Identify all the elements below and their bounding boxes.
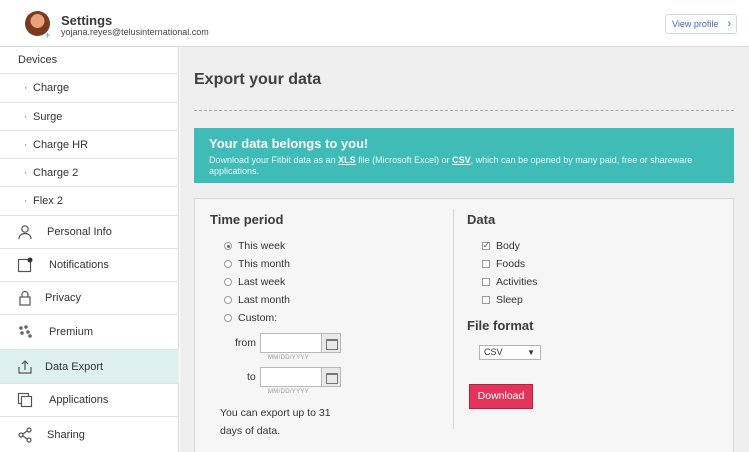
calendar-icon[interactable] bbox=[321, 367, 341, 387]
from-label: from bbox=[235, 337, 256, 349]
sidebar-item-label: Notifications bbox=[49, 259, 109, 271]
radio-button[interactable] bbox=[224, 260, 232, 268]
radio-label: Last month bbox=[238, 294, 290, 306]
page-title: Export your data bbox=[194, 71, 322, 88]
checkbox[interactable]: ✓ bbox=[482, 242, 490, 250]
sidebar-item-label: Data Export bbox=[45, 360, 104, 373]
main-content: Export your data Your data belongs to yo… bbox=[180, 47, 749, 452]
file-format-select[interactable]: CSV ▼ bbox=[479, 345, 541, 360]
sidebar-item-notifications[interactable]: Notifications bbox=[0, 249, 179, 282]
plus-icon: + bbox=[45, 30, 51, 40]
lock-icon bbox=[19, 290, 31, 306]
sidebar-device-charge[interactable]: · Charge bbox=[0, 74, 179, 103]
xls-link[interactable]: XLS bbox=[338, 155, 356, 165]
sidebar-item-privacy[interactable]: Privacy bbox=[0, 282, 179, 315]
banner-title: Your data belongs to you! bbox=[209, 136, 369, 151]
share-icon bbox=[18, 426, 32, 443]
sidebar-item-data-export[interactable]: Data Export bbox=[0, 350, 179, 384]
banner-text-part: Download your Fitbit data as an bbox=[209, 155, 339, 165]
bullet-icon: · bbox=[24, 195, 28, 207]
data-title: Data bbox=[467, 212, 496, 227]
checkbox[interactable] bbox=[482, 296, 490, 304]
page-header-title: Settings bbox=[61, 13, 113, 28]
sidebar-item-label: Premium bbox=[49, 326, 94, 338]
sidebar-device-label: Charge HR bbox=[33, 138, 89, 151]
sidebar-device-label: Surge bbox=[33, 110, 63, 123]
panel-divider bbox=[453, 209, 454, 429]
sidebar-device-flex-2[interactable]: · Flex 2 bbox=[0, 187, 179, 216]
download-button[interactable]: Download bbox=[469, 384, 533, 409]
export-icon bbox=[18, 359, 32, 374]
sidebar-devices-label: Devices bbox=[18, 54, 58, 66]
checkbox[interactable] bbox=[482, 278, 490, 286]
file-format-title: File format bbox=[467, 318, 534, 333]
date-format-hint: MM/DD/YYYY bbox=[268, 389, 310, 395]
export-panel: Time period This week This month Last we… bbox=[194, 198, 734, 452]
sidebar: Devices · Charge · Surge · Charge HR · C… bbox=[0, 47, 179, 452]
radio-label: This month bbox=[238, 258, 290, 270]
checkbox-label: Activities bbox=[496, 276, 538, 288]
banner-text-part: file (Microsoft Excel) or bbox=[355, 155, 453, 165]
view-profile-label: View profile bbox=[672, 19, 719, 29]
time-period-title: Time period bbox=[210, 212, 284, 227]
user-email: yojana.reyes@telusinternational.com bbox=[61, 27, 209, 37]
chevron-right-icon: › bbox=[727, 18, 731, 30]
notification-icon bbox=[17, 257, 33, 273]
bullet-icon: · bbox=[24, 167, 28, 178]
checkbox-label: Foods bbox=[496, 258, 526, 270]
header-bar: + Settings yojana.reyes@telusinternation… bbox=[0, 0, 749, 47]
dropdown-arrow-icon: ▼ bbox=[527, 348, 535, 357]
from-date-input[interactable] bbox=[260, 333, 322, 353]
premium-icon bbox=[19, 325, 32, 338]
info-banner: Your data belongs to you! Download your … bbox=[194, 128, 734, 183]
to-label: to bbox=[247, 371, 256, 383]
sidebar-item-label: Sharing bbox=[47, 428, 85, 441]
bullet-icon: · bbox=[24, 111, 28, 122]
calendar-icon[interactable] bbox=[321, 333, 341, 353]
sidebar-item-applications[interactable]: Applications bbox=[0, 384, 179, 417]
checkbox[interactable] bbox=[482, 260, 490, 268]
sidebar-item-premium[interactable]: Premium bbox=[0, 315, 179, 350]
sidebar-device-surge[interactable]: · Surge bbox=[0, 103, 179, 131]
sidebar-item-personal-info[interactable]: Personal Info bbox=[0, 216, 179, 249]
radio-label: This week bbox=[238, 240, 286, 252]
file-format-value: CSV bbox=[484, 347, 503, 357]
bullet-icon: · bbox=[24, 82, 28, 94]
sidebar-item-label: Applications bbox=[49, 394, 109, 406]
radio-label: Custom: bbox=[238, 312, 278, 324]
radio-button[interactable] bbox=[224, 242, 232, 250]
sidebar-device-charge-2[interactable]: · Charge 2 bbox=[0, 159, 179, 187]
checkbox-label: Sleep bbox=[496, 294, 523, 306]
sidebar-device-label: Charge 2 bbox=[33, 166, 79, 179]
view-profile-button[interactable]: View profile › bbox=[665, 14, 737, 34]
sidebar-device-charge-hr[interactable]: · Charge HR bbox=[0, 131, 179, 159]
export-limit-note: You can export up to 31 days of data. bbox=[220, 407, 331, 437]
person-icon bbox=[18, 225, 32, 240]
bullet-icon: · bbox=[24, 139, 28, 150]
sidebar-item-sharing[interactable]: Sharing bbox=[0, 417, 179, 452]
date-format-hint: MM/DD/YYYY bbox=[268, 355, 310, 361]
radio-button[interactable] bbox=[224, 278, 232, 286]
to-date-input[interactable] bbox=[260, 367, 322, 387]
applications-icon bbox=[17, 392, 33, 408]
sidebar-item-label: Personal Info bbox=[47, 226, 112, 238]
sidebar-device-label: Flex 2 bbox=[33, 195, 63, 207]
sidebar-device-label: Charge bbox=[33, 82, 70, 94]
radio-label: Last week bbox=[238, 276, 286, 288]
radio-button[interactable] bbox=[224, 314, 232, 322]
divider bbox=[194, 110, 734, 111]
csv-link[interactable]: CSV bbox=[452, 155, 471, 165]
checkbox-label: Body bbox=[496, 240, 520, 252]
banner-text: Download your Fitbit data as an XLS file… bbox=[209, 155, 719, 177]
radio-button[interactable] bbox=[224, 296, 232, 304]
sidebar-devices-header[interactable]: Devices bbox=[0, 47, 179, 74]
sidebar-item-label: Privacy bbox=[45, 292, 82, 304]
